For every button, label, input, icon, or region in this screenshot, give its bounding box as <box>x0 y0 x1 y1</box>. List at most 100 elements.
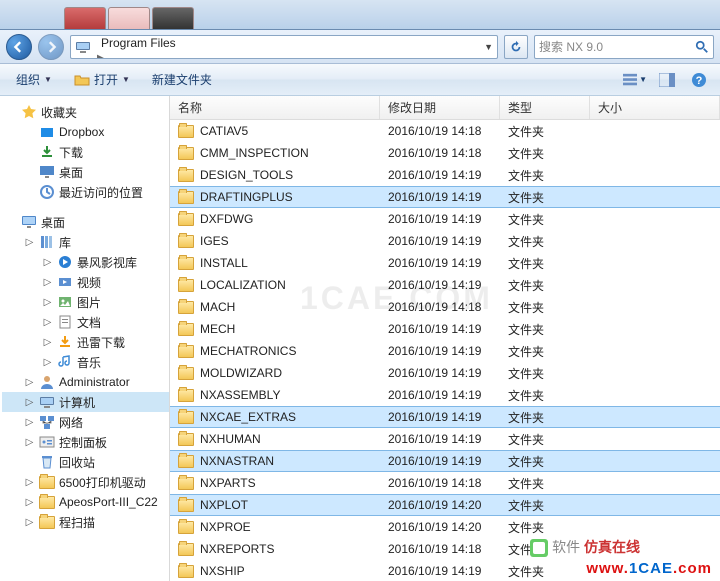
preview-pane-button[interactable] <box>654 69 680 91</box>
folder-icon <box>178 499 194 512</box>
address-bar: 计算机▶本地磁盘 (E:)▶Program Files▶Siemens▶NX 9… <box>0 30 720 64</box>
folder-icon <box>39 516 55 529</box>
tree-folder-item[interactable]: ▷程扫描 <box>2 512 169 532</box>
folder-icon <box>178 389 194 402</box>
search-input[interactable]: 搜索 NX 9.0 <box>534 35 714 59</box>
refresh-button[interactable] <box>504 35 528 59</box>
open-menu[interactable]: 打开▼ <box>66 68 138 91</box>
view-options-button[interactable]: ▼ <box>622 69 648 91</box>
folder-icon <box>178 213 194 226</box>
libraries-node[interactable]: ▷ 库 <box>2 232 169 252</box>
file-row[interactable]: CMM_INSPECTION2016/10/19 14:18文件夹 <box>170 142 720 164</box>
breadcrumb-path[interactable]: 计算机▶本地磁盘 (E:)▶Program Files▶Siemens▶NX 9… <box>70 35 498 59</box>
col-date[interactable]: 修改日期 <box>380 96 500 119</box>
favorite-item[interactable]: 下载 <box>2 142 169 162</box>
fav-icon <box>39 164 55 180</box>
column-headers[interactable]: 名称 修改日期 类型 大小 <box>170 96 720 120</box>
file-row[interactable]: IGES2016/10/19 14:19文件夹 <box>170 230 720 252</box>
folder-icon <box>178 345 194 358</box>
file-row[interactable]: DXFDWG2016/10/19 14:19文件夹 <box>170 208 720 230</box>
background-app-tab <box>108 7 150 29</box>
col-type[interactable]: 类型 <box>500 96 590 119</box>
computer-icon <box>39 394 55 410</box>
file-row[interactable]: MECHATRONICS2016/10/19 14:19文件夹 <box>170 340 720 362</box>
folder-icon <box>178 279 194 292</box>
file-row[interactable]: MOLDWIZARD2016/10/19 14:19文件夹 <box>170 362 720 384</box>
open-folder-icon <box>74 72 90 88</box>
file-row[interactable]: NXPROE2016/10/19 14:20文件夹 <box>170 516 720 538</box>
new-folder-button[interactable]: 新建文件夹 <box>144 68 220 91</box>
favorite-item[interactable]: 桌面 <box>2 162 169 182</box>
navigation-tree[interactable]: 收藏夹 Dropbox下载桌面最近访问的位置 桌面 ▷ 库 ▷暴风影视库▷视频▷… <box>0 96 170 581</box>
computer-node[interactable]: ▷ 计算机 <box>2 392 169 412</box>
help-button[interactable]: ? <box>686 69 712 91</box>
library-item[interactable]: ▷视频 <box>2 272 169 292</box>
network-icon <box>39 414 55 430</box>
breadcrumb-segment[interactable]: Program Files <box>95 36 182 50</box>
folder-icon <box>178 191 194 204</box>
organize-menu[interactable]: 组织▼ <box>8 68 60 91</box>
library-item[interactable]: ▷音乐 <box>2 352 169 372</box>
recycle-icon <box>39 454 55 470</box>
file-row[interactable]: CATIAV52016/10/19 14:18文件夹 <box>170 120 720 142</box>
file-row[interactable]: NXCAE_EXTRAS2016/10/19 14:19文件夹 <box>170 406 720 428</box>
lib-icon <box>57 314 73 330</box>
administrator-node[interactable]: ▷ Administrator <box>2 372 169 392</box>
folder-icon <box>178 169 194 182</box>
col-name[interactable]: 名称 <box>170 96 380 119</box>
folder-icon <box>178 235 194 248</box>
library-item[interactable]: ▷迅雷下载 <box>2 332 169 352</box>
recycle-bin-node[interactable]: 回收站 <box>2 452 169 472</box>
favorites-group[interactable]: 收藏夹 <box>2 102 169 122</box>
folder-icon <box>178 477 194 490</box>
file-row[interactable]: NXPLOT2016/10/19 14:20文件夹 <box>170 494 720 516</box>
folder-icon <box>178 301 194 314</box>
file-row[interactable]: DESIGN_TOOLS2016/10/19 14:19文件夹 <box>170 164 720 186</box>
network-node[interactable]: ▷ 网络 <box>2 412 169 432</box>
folder-icon <box>39 496 55 509</box>
folder-icon <box>178 125 194 138</box>
lib-icon <box>57 254 73 270</box>
file-row[interactable]: NXASSEMBLY2016/10/19 14:19文件夹 <box>170 384 720 406</box>
col-size[interactable]: 大小 <box>590 96 720 119</box>
explorer-toolbar: 组织▼ 打开▼ 新建文件夹 ▼ ? <box>0 64 720 96</box>
chevron-right-icon: ▶ <box>95 53 107 59</box>
library-item[interactable]: ▷暴风影视库 <box>2 252 169 272</box>
library-icon <box>39 234 55 250</box>
file-row[interactable]: NXNASTRAN2016/10/19 14:19文件夹 <box>170 450 720 472</box>
tree-folder-item[interactable]: ▷ApeosPort-III_C22 <box>2 492 169 512</box>
file-row[interactable]: MACH2016/10/19 14:18文件夹 <box>170 296 720 318</box>
nav-back-button[interactable] <box>6 34 32 60</box>
watermark-logo: 软件 仿真在线 <box>530 537 640 557</box>
fav-icon <box>39 144 55 160</box>
folder-icon <box>39 476 55 489</box>
folder-icon <box>178 257 194 270</box>
star-icon <box>21 104 37 120</box>
file-row[interactable]: DRAFTINGPLUS2016/10/19 14:19文件夹 <box>170 186 720 208</box>
computer-icon <box>75 39 91 55</box>
search-placeholder: 搜索 NX 9.0 <box>539 38 603 55</box>
control-panel-node[interactable]: ▷ 控制面板 <box>2 432 169 452</box>
file-row[interactable]: NXHUMAN2016/10/19 14:19文件夹 <box>170 428 720 450</box>
background-app-tab <box>64 7 106 29</box>
file-row[interactable]: LOCALIZATION2016/10/19 14:19文件夹 <box>170 274 720 296</box>
library-item[interactable]: ▷文档 <box>2 312 169 332</box>
lib-icon <box>57 294 73 310</box>
favorite-item[interactable]: Dropbox <box>2 122 169 142</box>
folder-icon <box>178 521 194 534</box>
folder-icon <box>178 411 194 424</box>
nav-forward-button[interactable] <box>38 34 64 60</box>
library-item[interactable]: ▷图片 <box>2 292 169 312</box>
file-row[interactable]: MECH2016/10/19 14:19文件夹 <box>170 318 720 340</box>
folder-icon <box>178 455 194 468</box>
desktop-group[interactable]: 桌面 <box>2 212 169 232</box>
favorite-item[interactable]: 最近访问的位置 <box>2 182 169 202</box>
fav-icon <box>39 124 55 140</box>
file-row[interactable]: NXPARTS2016/10/19 14:18文件夹 <box>170 472 720 494</box>
folder-icon <box>178 565 194 578</box>
file-list[interactable]: 名称 修改日期 类型 大小 CATIAV52016/10/19 14:18文件夹… <box>170 96 720 581</box>
file-row[interactable]: INSTALL2016/10/19 14:19文件夹 <box>170 252 720 274</box>
folder-icon <box>178 543 194 556</box>
watermark-url: www.1CAE.com <box>586 560 712 577</box>
tree-folder-item[interactable]: ▷6500打印机驱动 <box>2 472 169 492</box>
